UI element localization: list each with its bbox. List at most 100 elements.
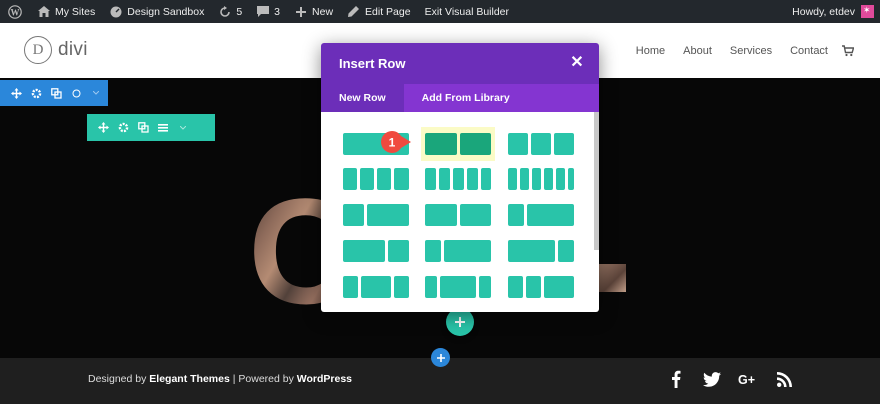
insert-row-modal: Insert Row ✕ New Row Add From Library bbox=[321, 43, 599, 312]
avatar bbox=[861, 5, 874, 18]
dashboard-icon bbox=[109, 5, 122, 18]
logo-mark: D bbox=[24, 36, 52, 64]
layout-column bbox=[377, 168, 391, 190]
layout-column bbox=[343, 240, 385, 262]
layout-column bbox=[544, 276, 574, 298]
updates-menu[interactable]: 5 bbox=[211, 0, 249, 23]
move-icon[interactable] bbox=[95, 120, 111, 136]
layout-column bbox=[425, 204, 457, 226]
row-layout-option-6[interactable] bbox=[508, 168, 574, 190]
layout-column bbox=[508, 204, 524, 226]
account-menu[interactable]: Howdy, etdev bbox=[792, 0, 874, 23]
row-layout-option-2[interactable] bbox=[425, 133, 491, 155]
move-icon[interactable] bbox=[8, 85, 24, 101]
main-nav: Home About Services Contact bbox=[618, 23, 855, 78]
layout-column bbox=[467, 168, 478, 190]
add-row-button[interactable] bbox=[446, 308, 474, 336]
save-icon[interactable] bbox=[68, 85, 84, 101]
page: W My Sites Design Sandbox 5 3 New Edit P… bbox=[0, 0, 880, 404]
layout-column bbox=[343, 276, 358, 298]
rss-icon[interactable] bbox=[774, 368, 794, 390]
row-layout-option-15[interactable] bbox=[508, 276, 574, 298]
tab-new-row[interactable]: New Row bbox=[321, 84, 404, 112]
row-layout-option-8[interactable] bbox=[425, 204, 491, 226]
layout-column bbox=[439, 168, 450, 190]
refresh-icon bbox=[218, 5, 231, 18]
plus-icon bbox=[455, 317, 465, 327]
row-layout-option-9[interactable] bbox=[508, 204, 574, 226]
gear-icon[interactable] bbox=[28, 85, 44, 101]
footer-wordpress-link[interactable]: WordPress bbox=[297, 373, 352, 385]
wordpress-logo-icon[interactable]: W bbox=[0, 0, 30, 23]
my-sites-menu[interactable]: My Sites bbox=[30, 0, 102, 23]
site-logo[interactable]: D divi bbox=[24, 36, 88, 64]
layout-column bbox=[508, 276, 523, 298]
nav-item-home[interactable]: Home bbox=[636, 45, 665, 57]
nav-item-about[interactable]: About bbox=[683, 45, 712, 57]
row-layout-option-4[interactable] bbox=[343, 168, 409, 190]
plus-icon bbox=[436, 353, 445, 362]
chevron-down-icon[interactable] bbox=[88, 85, 104, 101]
row-layout-option-11[interactable] bbox=[425, 240, 491, 262]
updates-count: 5 bbox=[236, 5, 243, 18]
twitter-icon[interactable] bbox=[702, 368, 722, 390]
layout-column bbox=[556, 168, 565, 190]
nav-item-services[interactable]: Services bbox=[730, 45, 772, 57]
step-badge: 1 bbox=[381, 131, 411, 153]
layout-column bbox=[394, 276, 409, 298]
exit-visual-builder-label: Exit Visual Builder bbox=[424, 5, 510, 18]
gear-icon[interactable] bbox=[115, 120, 131, 136]
comments-menu[interactable]: 3 bbox=[249, 0, 287, 23]
google-plus-icon[interactable]: G+ bbox=[738, 368, 758, 390]
layout-column bbox=[460, 204, 491, 226]
layout-column bbox=[520, 168, 529, 190]
layout-column bbox=[508, 133, 528, 155]
layout-column bbox=[508, 240, 555, 262]
columns-icon[interactable] bbox=[155, 120, 171, 136]
exit-visual-builder-link[interactable]: Exit Visual Builder bbox=[418, 0, 516, 23]
footer-elegant-link[interactable]: Elegant Themes bbox=[149, 373, 230, 385]
close-icon[interactable]: ✕ bbox=[569, 55, 585, 71]
cart-icon[interactable] bbox=[842, 44, 855, 57]
add-section-button[interactable] bbox=[431, 348, 450, 367]
site-name-label: Design Sandbox bbox=[127, 5, 205, 18]
layout-column bbox=[444, 240, 491, 262]
duplicate-icon[interactable] bbox=[48, 85, 64, 101]
row-layout-option-12[interactable] bbox=[508, 240, 574, 262]
nav-item-contact[interactable]: Contact bbox=[790, 45, 828, 57]
section-toolbar bbox=[0, 80, 108, 106]
layout-column bbox=[481, 168, 491, 190]
layout-column bbox=[558, 240, 574, 262]
site-name-menu[interactable]: Design Sandbox bbox=[102, 0, 211, 23]
layout-column bbox=[508, 168, 517, 190]
row-layout-option-5[interactable] bbox=[425, 168, 491, 190]
row-layout-option-7[interactable] bbox=[343, 204, 409, 226]
chevron-down-icon[interactable] bbox=[175, 120, 191, 136]
row-layout-option-3[interactable] bbox=[508, 133, 574, 155]
layout-column bbox=[343, 168, 357, 190]
row-layout-option-14[interactable] bbox=[425, 276, 491, 298]
comments-count: 3 bbox=[274, 5, 281, 18]
row-layout-option-13[interactable] bbox=[343, 276, 409, 298]
row-layout-grid bbox=[321, 112, 599, 312]
layout-column bbox=[425, 276, 437, 298]
my-sites-label: My Sites bbox=[55, 5, 96, 18]
footer-credit: Designed by Elegant Themes | Powered by … bbox=[88, 373, 352, 385]
svg-text:W: W bbox=[11, 7, 20, 17]
layout-column bbox=[532, 168, 541, 190]
facebook-icon[interactable] bbox=[666, 368, 686, 390]
greeting-text: Howdy, etdev bbox=[792, 5, 855, 18]
modal-scrollbar[interactable] bbox=[594, 112, 599, 250]
row-layout-option-10[interactable] bbox=[343, 240, 409, 262]
tab-add-from-library[interactable]: Add From Library bbox=[404, 84, 528, 112]
edit-page-link[interactable]: Edit Page bbox=[340, 0, 418, 23]
duplicate-icon[interactable] bbox=[135, 120, 151, 136]
footer-separator: | Powered by bbox=[229, 373, 297, 385]
layout-column bbox=[568, 168, 574, 190]
new-content-menu[interactable]: New bbox=[287, 0, 340, 23]
layout-column bbox=[343, 204, 364, 226]
layout-column bbox=[527, 204, 574, 226]
layout-column bbox=[367, 204, 409, 226]
svg-text:G+: G+ bbox=[738, 373, 755, 386]
layout-column bbox=[425, 133, 457, 155]
